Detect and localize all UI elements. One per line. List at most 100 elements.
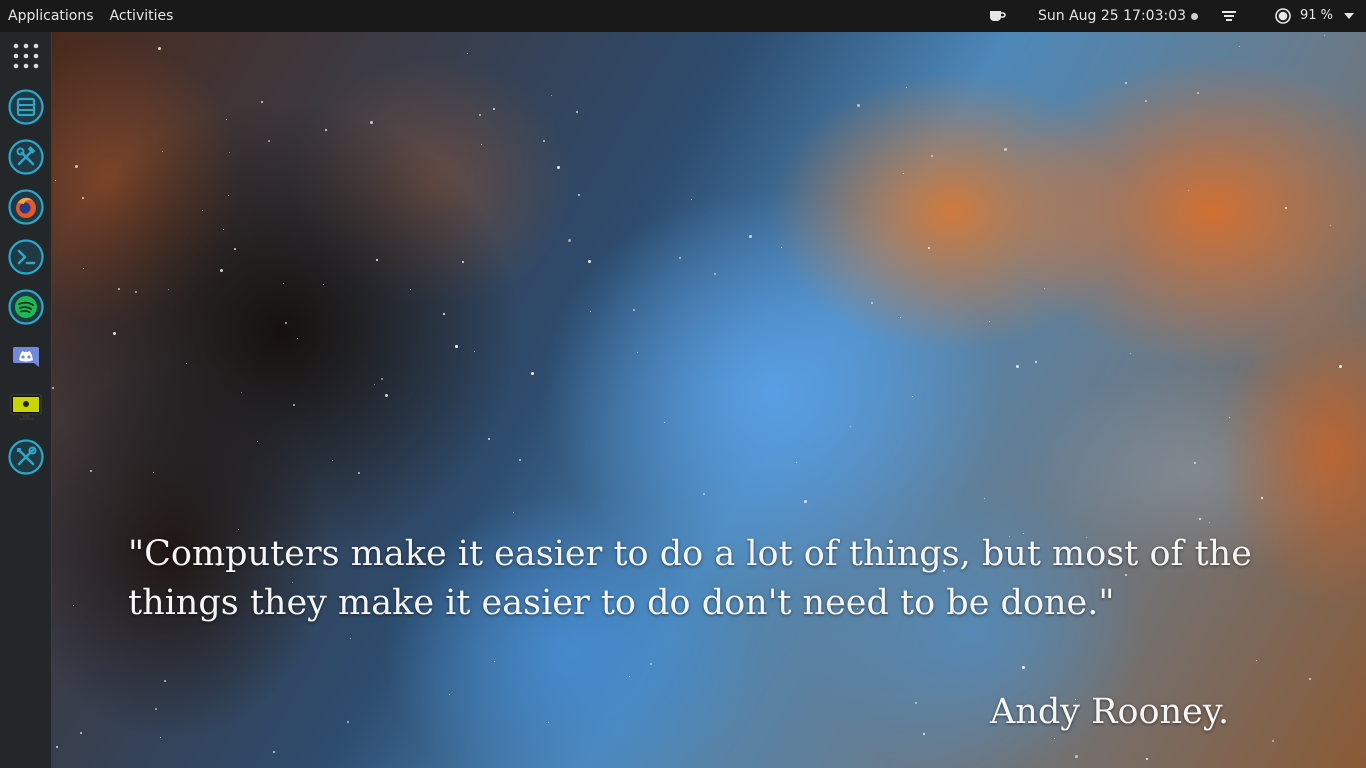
dock bbox=[0, 32, 52, 768]
clock[interactable]: Sun Aug 25 17:03:03 bbox=[1038, 0, 1199, 32]
star bbox=[52, 387, 54, 389]
star bbox=[118, 288, 120, 290]
star bbox=[443, 313, 445, 315]
activities-button[interactable]: Activities bbox=[102, 0, 182, 32]
star bbox=[912, 396, 914, 398]
battery-percent: 91 % bbox=[1300, 8, 1334, 23]
star bbox=[664, 422, 666, 424]
star bbox=[381, 378, 383, 380]
star bbox=[220, 269, 223, 272]
desktop-wallpaper: "Computers make it easier to do a lot of… bbox=[52, 32, 1366, 768]
star bbox=[531, 372, 534, 375]
star bbox=[113, 332, 116, 335]
star bbox=[273, 751, 275, 753]
file-manager-launcher[interactable] bbox=[8, 89, 44, 125]
star bbox=[637, 352, 639, 354]
star bbox=[1309, 678, 1311, 680]
star bbox=[223, 229, 225, 231]
star bbox=[455, 345, 458, 348]
star bbox=[1016, 365, 1019, 368]
star bbox=[257, 441, 259, 443]
star bbox=[73, 605, 75, 607]
night-light-icon[interactable] bbox=[1249, 0, 1263, 32]
star bbox=[293, 404, 295, 406]
star bbox=[370, 121, 373, 124]
star bbox=[1199, 518, 1201, 520]
discord-launcher[interactable] bbox=[8, 339, 44, 375]
star bbox=[462, 261, 464, 263]
star bbox=[629, 676, 631, 678]
spotify-icon bbox=[8, 289, 44, 325]
wallpaper-quote-author: Andy Rooney. bbox=[990, 692, 1230, 732]
star bbox=[155, 708, 157, 710]
star bbox=[984, 498, 986, 500]
battery-icon[interactable] bbox=[1275, 0, 1291, 32]
star bbox=[557, 166, 560, 169]
star bbox=[903, 173, 905, 175]
settings-tools-icon bbox=[8, 439, 44, 475]
star bbox=[158, 47, 161, 50]
spotify-launcher[interactable] bbox=[8, 289, 44, 325]
star bbox=[160, 737, 162, 739]
star bbox=[479, 114, 481, 116]
star bbox=[385, 394, 388, 397]
star bbox=[229, 152, 231, 154]
star bbox=[135, 291, 137, 293]
star bbox=[1188, 190, 1190, 192]
star bbox=[202, 210, 204, 212]
star bbox=[153, 472, 155, 474]
star bbox=[350, 638, 352, 640]
tools-launcher[interactable] bbox=[8, 139, 44, 175]
clock-text: Sun Aug 25 17:03:03 bbox=[1038, 8, 1187, 24]
star bbox=[568, 239, 571, 242]
star bbox=[80, 732, 82, 734]
star bbox=[164, 680, 166, 682]
star bbox=[494, 661, 496, 663]
star bbox=[285, 322, 287, 324]
star bbox=[90, 470, 92, 472]
star bbox=[1339, 365, 1342, 368]
wifi-icon[interactable] bbox=[1221, 0, 1237, 32]
star bbox=[488, 438, 490, 440]
star bbox=[543, 140, 545, 142]
star bbox=[1324, 35, 1326, 37]
file-manager-icon bbox=[8, 89, 44, 125]
star bbox=[1209, 522, 1211, 524]
star bbox=[679, 257, 681, 259]
star bbox=[513, 512, 515, 514]
star bbox=[576, 111, 578, 113]
star bbox=[1035, 361, 1037, 363]
star bbox=[850, 426, 852, 428]
star bbox=[234, 248, 236, 250]
star bbox=[162, 151, 164, 153]
star bbox=[796, 462, 798, 464]
star bbox=[781, 247, 783, 249]
settings-launcher[interactable] bbox=[8, 439, 44, 475]
star bbox=[923, 733, 925, 735]
star bbox=[1054, 738, 1056, 740]
star bbox=[325, 129, 327, 131]
chevron-down-icon[interactable] bbox=[1343, 0, 1355, 32]
star bbox=[168, 289, 170, 291]
notification-dot-icon bbox=[1191, 12, 1199, 20]
star bbox=[588, 260, 591, 263]
star bbox=[551, 95, 553, 97]
star bbox=[1197, 92, 1199, 94]
star bbox=[915, 702, 917, 704]
star bbox=[1261, 497, 1263, 499]
app-grid-button[interactable] bbox=[8, 38, 44, 74]
terminal-launcher[interactable] bbox=[8, 239, 44, 275]
star bbox=[55, 180, 57, 182]
terminal-icon bbox=[8, 239, 44, 275]
coffee-cup-icon[interactable] bbox=[988, 0, 1006, 32]
firefox-launcher[interactable] bbox=[8, 189, 44, 225]
star bbox=[900, 317, 902, 319]
applications-menu-button[interactable]: Applications bbox=[0, 0, 102, 32]
star bbox=[928, 247, 930, 249]
display-settings-launcher[interactable] bbox=[8, 389, 44, 425]
star bbox=[1044, 288, 1046, 290]
star bbox=[1285, 207, 1287, 209]
hammer-wrench-icon bbox=[8, 139, 44, 175]
star bbox=[871, 302, 873, 304]
star bbox=[931, 155, 933, 157]
